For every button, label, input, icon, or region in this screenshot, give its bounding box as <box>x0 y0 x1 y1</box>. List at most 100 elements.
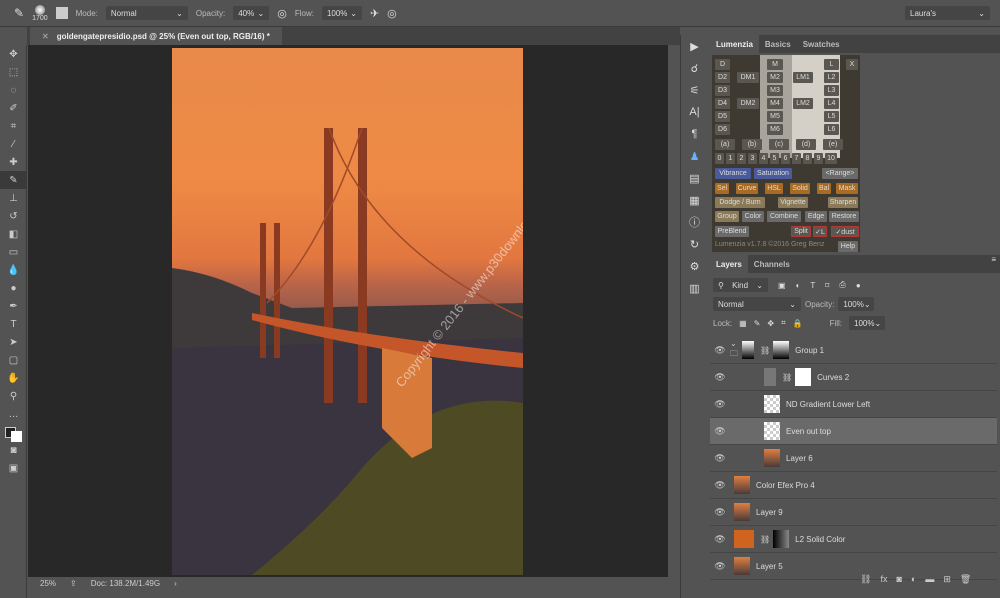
mode-dropdown[interactable]: Normal ⌄ <box>105 6 188 20</box>
zone-button[interactable]: (d) <box>796 139 816 150</box>
button-mask[interactable]: Mask <box>836 183 858 194</box>
eyedropper-icon[interactable]: ⁄ <box>0 135 27 153</box>
number-button[interactable]: 0 <box>715 153 724 164</box>
visibility-eye-icon[interactable]: 👁 <box>710 372 730 383</box>
layer-row[interactable]: 👁 ⌄ 🗀 ⛓ Group 1 <box>710 337 997 364</box>
number-button[interactable]: 5 <box>770 153 779 164</box>
button-m4[interactable]: M4 <box>767 98 783 109</box>
share-icon[interactable]: ⇪ <box>70 579 77 588</box>
zoom-tool-icon[interactable]: ⚲ <box>0 387 27 405</box>
more-tools-icon[interactable]: … <box>0 405 27 423</box>
zoom-level[interactable]: 25% <box>40 579 56 588</box>
crop-tool-icon[interactable]: ⌗ <box>0 117 27 135</box>
visibility-eye-icon[interactable]: 👁 <box>710 480 730 491</box>
brush-preset-picker[interactable]: 1700 <box>32 4 48 22</box>
zone-button[interactable]: (b) <box>742 139 762 150</box>
filter-pixel-icon[interactable]: ▣ <box>778 281 786 290</box>
button-d2[interactable]: D2 <box>715 72 730 83</box>
button-solid[interactable]: Solid <box>790 183 810 194</box>
type-tool-icon[interactable]: T <box>0 315 27 333</box>
visibility-eye-icon[interactable]: 👁 <box>710 534 730 545</box>
lock-all-icon[interactable]: 🔒 <box>793 319 803 328</box>
tab-basics[interactable]: Basics <box>759 35 797 53</box>
layer-row[interactable]: 👁 ND Gradient Lower Left <box>710 391 997 418</box>
gradient-tool-icon[interactable]: ▭ <box>0 243 27 261</box>
button-hsl[interactable]: HSL <box>765 183 783 194</box>
healing-brush-icon[interactable]: ✚ <box>0 153 27 171</box>
button-m[interactable]: M <box>767 59 783 70</box>
vibrance-button[interactable]: Vibrance <box>715 168 751 179</box>
help-button[interactable]: Help <box>838 241 858 252</box>
button-d4[interactable]: D4 <box>715 98 730 109</box>
number-button[interactable]: 4 <box>759 153 768 164</box>
lock-transparent-icon[interactable]: ▦ <box>739 319 747 328</box>
layer-row[interactable]: 👁 Even out top <box>710 418 997 445</box>
layer-row[interactable]: 👁 Color Efex Pro 4 <box>710 472 997 499</box>
button-sharpen[interactable]: Sharpen <box>828 197 858 208</box>
button-m6[interactable]: M6 <box>767 124 783 135</box>
button-restore[interactable]: Restore <box>829 211 859 222</box>
button-dodge-burn[interactable]: Dodge / Burn <box>715 197 765 208</box>
button-l3[interactable]: L3 <box>824 85 839 96</box>
history-brush-icon[interactable]: ↺ <box>0 207 27 225</box>
button-lm1[interactable]: LM1 <box>793 72 813 83</box>
flow-dropdown[interactable]: 100% ⌄ <box>321 6 362 20</box>
filter-type-icon[interactable]: T <box>810 281 815 290</box>
layer-row[interactable]: 👁 Layer 9 <box>710 499 997 526</box>
button-l5[interactable]: L5 <box>824 111 839 122</box>
screen-mode-icon[interactable]: ▣ <box>0 459 27 477</box>
fx-icon[interactable]: fx <box>880 574 887 585</box>
zone-button[interactable]: (e) <box>823 139 843 150</box>
eraser-icon[interactable]: ◧ <box>0 225 27 243</box>
info-icon[interactable]: ⓘ <box>681 211 708 233</box>
close-button[interactable]: X <box>846 59 858 70</box>
button-sel[interactable]: Sel <box>715 183 729 194</box>
number-button[interactable]: 2 <box>737 153 746 164</box>
quick-select-icon[interactable]: ✐ <box>0 99 27 117</box>
lock-artboard-icon[interactable]: ⌗ <box>781 318 786 328</box>
workspace-dropdown[interactable]: Laura's ⌄ <box>905 6 990 20</box>
properties-icon[interactable]: ⚙ <box>681 255 708 277</box>
visibility-eye-icon[interactable]: 👁 <box>710 426 730 437</box>
button-l[interactable]: ✓L <box>813 226 827 237</box>
button-split[interactable]: Split <box>791 226 811 237</box>
button-l[interactable]: L <box>824 59 839 70</box>
pen-tool-icon[interactable]: ✒ <box>0 297 27 315</box>
tab-channels[interactable]: Channels <box>748 255 796 273</box>
path-select-icon[interactable]: ➤ <box>0 333 27 351</box>
blur-tool-icon[interactable]: 💧 <box>0 261 27 279</box>
adjustments-icon[interactable]: ⚟ <box>681 79 708 101</box>
button-m3[interactable]: M3 <box>767 85 783 96</box>
visibility-eye-icon[interactable]: 👁 <box>710 399 730 410</box>
zone-button[interactable]: (c) <box>769 139 789 150</box>
pressure-opacity-icon[interactable]: ◎ <box>277 7 287 20</box>
history-icon[interactable]: ↻ <box>681 233 708 255</box>
lock-pixels-icon[interactable]: ✎ <box>754 319 761 328</box>
visibility-eye-icon[interactable]: 👁 <box>710 507 730 518</box>
document-image[interactable]: Copyright © 2016 - www.p30download.com <box>172 48 523 575</box>
filter-kind-dropdown[interactable]: ⚲ Kind ⌄ <box>713 278 768 292</box>
button-l4[interactable]: L4 <box>824 98 839 109</box>
button-dust[interactable]: ✓dust <box>831 226 859 237</box>
button-group[interactable]: Group <box>715 211 739 222</box>
button-d3[interactable]: D3 <box>715 85 730 96</box>
add-mask-icon[interactable]: ◙ <box>896 574 901 585</box>
tool-presets-icon[interactable]: ☌ <box>681 57 708 79</box>
button-vignette[interactable]: Vignette <box>778 197 808 208</box>
document-tab[interactable]: ✕ goldengatepresidio.psd @ 25% (Even out … <box>30 27 282 45</box>
layer-opacity[interactable]: 100% ⌄ <box>838 297 875 311</box>
brush-tool-icon[interactable]: ✎ <box>14 6 24 20</box>
layer-row[interactable]: 👁 ⛓ L2 Solid Color <box>710 526 997 553</box>
panel-menu-icon[interactable]: ≡ <box>991 255 1000 273</box>
character-icon[interactable]: A| <box>681 101 708 123</box>
trash-icon[interactable]: 🗑 <box>960 574 971 585</box>
number-button[interactable]: 7 <box>792 153 801 164</box>
filter-shape-icon[interactable]: ⌑ <box>825 281 829 290</box>
saturation-button[interactable]: Saturation <box>754 168 792 179</box>
tab-layers[interactable]: Layers <box>710 255 748 273</box>
layer-row[interactable]: 👁 Layer 6 <box>710 445 997 472</box>
filter-adjustment-icon[interactable]: ◐ <box>796 281 801 290</box>
move-tool-icon[interactable]: ✥ <box>0 45 27 63</box>
button-m2[interactable]: M2 <box>767 72 783 83</box>
opacity-dropdown[interactable]: 40% ⌄ <box>233 6 270 20</box>
